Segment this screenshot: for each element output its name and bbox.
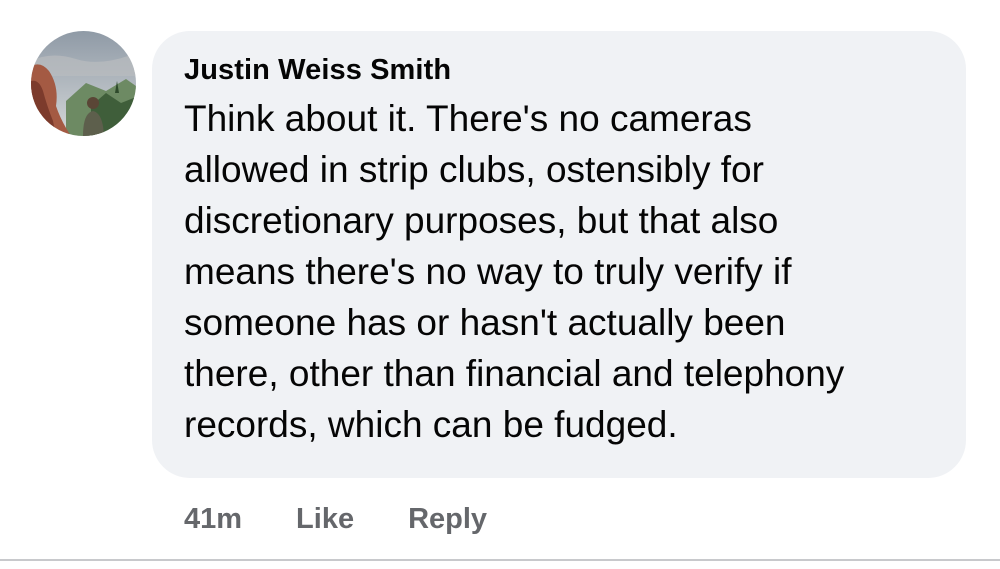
profile-photo-icon [31,31,136,136]
comment-bubble: Justin Weiss Smith Think about it. There… [152,31,966,478]
comment-actions: 41m Like Reply [184,498,487,540]
divider [0,559,1000,561]
avatar[interactable] [31,31,136,136]
comment-timestamp[interactable]: 41m [184,503,242,536]
reply-button[interactable]: Reply [408,503,487,536]
like-button[interactable]: Like [296,503,354,536]
comment-text: Think about it. There's no cameras allow… [184,98,845,445]
comment-author[interactable]: Justin Weiss Smith [184,53,946,87]
